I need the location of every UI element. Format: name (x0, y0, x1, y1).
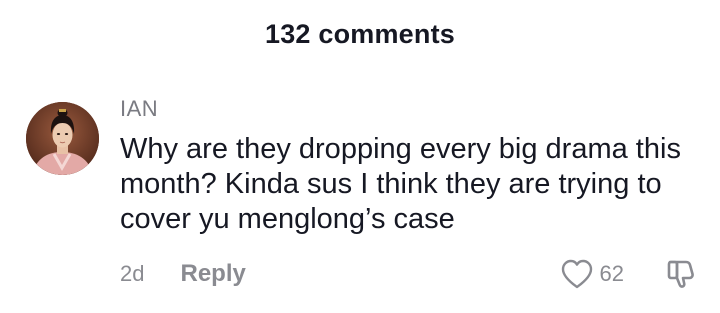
comment-actions: 62 (560, 256, 696, 292)
like-count: 62 (599, 261, 624, 286)
comment-timestamp: 2d (120, 261, 145, 286)
comment-username[interactable]: IAN (120, 96, 158, 122)
reply-button[interactable]: Reply (180, 260, 245, 288)
comment-item: IAN Why are they dropping every big dram… (0, 0, 720, 313)
like-button[interactable]: 62 (560, 258, 624, 290)
avatar-portrait-icon (26, 102, 99, 175)
thumbs-down-icon[interactable] (666, 258, 696, 290)
heart-icon (560, 258, 594, 290)
comment-text: Why are they dropping every big drama th… (120, 133, 681, 235)
comment-meta: 2d Reply (120, 258, 246, 290)
avatar[interactable] (26, 102, 99, 175)
